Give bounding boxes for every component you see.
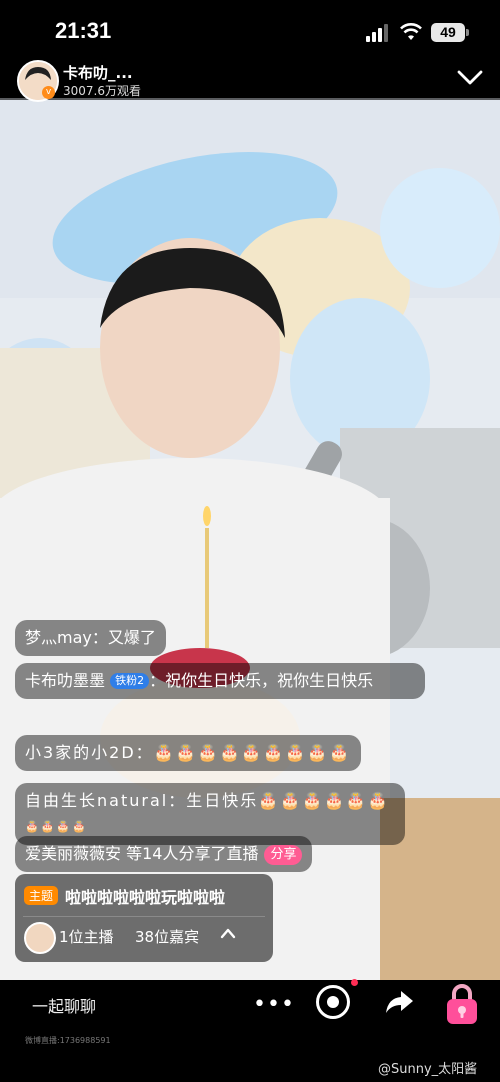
status-time: 21:31	[55, 18, 112, 43]
host-name[interactable]: 卡布叻_...	[63, 62, 133, 83]
notification-dot	[351, 979, 358, 986]
chat-nick[interactable]: 自由生长natural：	[25, 791, 186, 810]
chat-message: 卡布叻墨墨 铁粉2 ：祝你生日快乐，祝你生日快乐	[15, 663, 425, 699]
chat-text: ：祝你生日快乐，祝你生日快乐	[149, 671, 374, 690]
watermark-right: @Sunny_太阳酱	[378, 1062, 478, 1077]
collapse-chevron-icon[interactable]	[456, 66, 484, 90]
chat-nick[interactable]: 小3家的小2D：	[25, 743, 154, 762]
topic-title: 啦啦啦啦啦啦玩啦啦啦	[65, 888, 226, 907]
gift-lock-icon[interactable]	[442, 982, 482, 1026]
fan-level-badge: 铁粉2	[110, 673, 150, 689]
guest-count: 38位嘉宾	[135, 928, 200, 946]
host-avatar-small	[24, 922, 56, 954]
chat-input[interactable]: 一起聊聊	[32, 993, 96, 1017]
chat-text-continued: 🎂🎂🎂🎂	[25, 820, 88, 833]
chat-nick[interactable]: 卡布叻墨墨	[25, 671, 105, 690]
share-tag[interactable]: 分享	[264, 845, 303, 865]
chat-text: 等14人分享了直播	[121, 844, 259, 863]
chat-nick[interactable]: 梦灬may：	[25, 628, 108, 647]
verified-badge-icon: v	[42, 86, 55, 99]
signal-icon	[366, 24, 388, 42]
host-count: 1位主播	[59, 928, 114, 946]
topic-tag: 主题	[24, 886, 59, 905]
chat-text: 🎂🎂🎂🎂🎂🎂🎂🎂🎂	[153, 743, 351, 762]
expand-up-icon[interactable]	[220, 926, 236, 940]
record-icon[interactable]	[316, 985, 350, 1019]
battery-indicator: 49	[431, 23, 469, 42]
topic-panel[interactable]: 主题 啦啦啦啦啦啦玩啦啦啦 1位主播 38位嘉宾	[15, 874, 273, 962]
viewer-count: 3007.6万观看	[63, 84, 141, 98]
chat-message: 小3家的小2D：🎂🎂🎂🎂🎂🎂🎂🎂🎂	[15, 735, 361, 771]
share-notice: 爱美丽薇薇安 等14人分享了直播 分享	[15, 836, 313, 872]
share-icon[interactable]	[383, 988, 415, 1016]
watermark-left: 微博直播:1736988591	[25, 1036, 111, 1045]
wifi-icon	[400, 23, 422, 40]
more-options-icon[interactable]: •••	[253, 992, 295, 1017]
chat-nick[interactable]: 爱美丽薇薇安	[25, 844, 121, 863]
chat-text: 又爆了	[107, 628, 156, 647]
status-bar: 21:31 49	[0, 0, 500, 62]
divider	[23, 916, 265, 917]
chat-text: 生日快乐🎂🎂🎂🎂🎂🎂	[186, 791, 390, 810]
chat-message: 梦灬may：又爆了	[15, 620, 166, 656]
